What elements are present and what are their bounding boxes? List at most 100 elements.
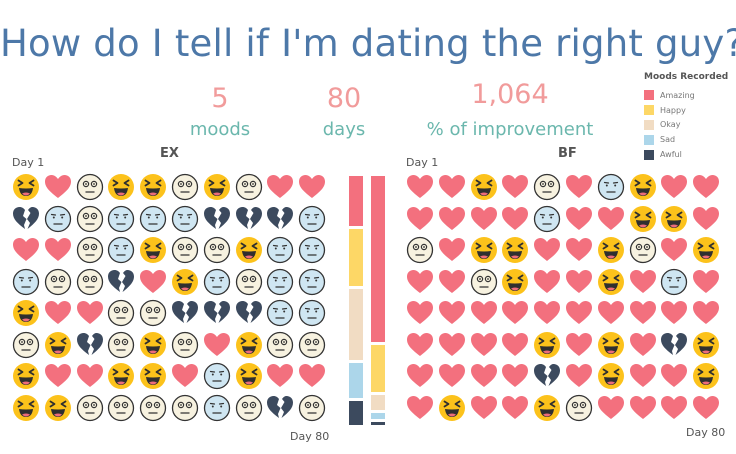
bar-segment-sad <box>371 413 385 420</box>
legend-label-okay: Okay <box>660 120 681 130</box>
neutral-face-icon <box>628 235 658 265</box>
bar-segment-happy <box>371 344 385 393</box>
laughing-face-icon <box>138 235 168 265</box>
heart-icon <box>596 393 626 423</box>
sad-face-icon <box>43 204 73 234</box>
neutral-face-icon <box>75 235 105 265</box>
mood-legend: Moods Recorded Amazing Happy Okay Sad Aw… <box>644 72 736 162</box>
laughing-face-icon <box>659 204 689 234</box>
stat-days: 80 days <box>284 84 404 142</box>
laughing-face-icon <box>234 361 264 391</box>
broken-heart-icon <box>170 298 200 328</box>
sad-face-icon <box>11 267 41 297</box>
neutral-face-icon <box>265 330 295 360</box>
laughing-face-icon <box>234 235 264 265</box>
heart-icon <box>659 393 689 423</box>
sad-face-icon <box>170 204 200 234</box>
laughing-face-icon <box>691 235 721 265</box>
heart-icon <box>437 235 467 265</box>
heart-icon <box>500 361 530 391</box>
laughing-face-icon <box>596 235 626 265</box>
broken-heart-icon <box>11 204 41 234</box>
heart-icon <box>691 204 721 234</box>
heart-icon <box>500 204 530 234</box>
heart-icon <box>469 204 499 234</box>
neutral-face-icon <box>170 330 200 360</box>
heart-icon <box>564 361 594 391</box>
broken-heart-icon <box>202 204 232 234</box>
stat-improvement: 1,064 % of improvement <box>410 80 610 142</box>
laughing-face-icon <box>596 330 626 360</box>
heart-icon <box>691 267 721 297</box>
heart-icon <box>691 298 721 328</box>
neutral-face-icon <box>75 204 105 234</box>
stat-moods-label: moods <box>189 119 251 140</box>
sad-face-icon <box>297 298 327 328</box>
stat-improvement-value: 1,064 <box>471 79 549 110</box>
sad-face-icon <box>596 172 626 202</box>
legend-swatch-awful <box>644 149 654 160</box>
heart-icon <box>500 393 530 423</box>
neutral-face-icon <box>138 298 168 328</box>
heart-icon <box>659 235 689 265</box>
heart-icon <box>43 361 73 391</box>
heart-icon <box>437 330 467 360</box>
broken-heart-icon <box>234 204 264 234</box>
legend-label-amazing: Amazing <box>660 90 695 100</box>
heart-icon <box>11 235 41 265</box>
heart-icon <box>628 393 658 423</box>
neutral-face-icon <box>75 393 105 423</box>
heart-icon <box>265 361 295 391</box>
heart-icon <box>437 361 467 391</box>
neutral-face-icon <box>469 267 499 297</box>
heart-icon <box>405 172 435 202</box>
stat-improvement-label: % of improvement <box>426 119 594 140</box>
bar-segment-awful <box>371 422 385 425</box>
neutral-face-icon <box>106 393 136 423</box>
broken-heart-icon <box>106 267 136 297</box>
legend-label-awful: Awful <box>660 150 682 160</box>
heart-icon <box>405 361 435 391</box>
legend-label-sad: Sad <box>660 135 676 145</box>
heart-icon <box>297 172 327 202</box>
laughing-face-icon <box>138 361 168 391</box>
stat-moods: 5 moods <box>160 84 280 142</box>
sad-face-icon <box>659 267 689 297</box>
heart-icon <box>500 298 530 328</box>
heart-icon <box>202 330 232 360</box>
ex-start-label: Day 1 <box>12 156 45 169</box>
legend-swatch-sad <box>644 134 654 145</box>
heart-icon <box>691 393 721 423</box>
broken-heart-icon <box>75 330 105 360</box>
heart-icon <box>532 267 562 297</box>
sad-face-icon <box>106 235 136 265</box>
ex-mood-grid <box>11 172 329 423</box>
bar-segment-awful <box>349 401 363 425</box>
sad-face-icon <box>532 204 562 234</box>
broken-heart-icon <box>265 204 295 234</box>
heart-icon <box>405 330 435 360</box>
heart-icon <box>500 330 530 360</box>
neutral-face-icon <box>75 172 105 202</box>
heart-icon <box>405 204 435 234</box>
bf-grid-title: BF <box>558 146 577 161</box>
neutral-face-icon <box>234 172 264 202</box>
heart-icon <box>437 267 467 297</box>
heart-icon <box>691 172 721 202</box>
laughing-face-icon <box>628 172 658 202</box>
heart-icon <box>469 298 499 328</box>
neutral-face-icon <box>106 330 136 360</box>
sad-face-icon <box>265 298 295 328</box>
sad-face-icon <box>265 267 295 297</box>
heart-icon <box>500 172 530 202</box>
legend-title: Moods Recorded <box>644 72 729 82</box>
legend-swatch-okay <box>644 119 654 130</box>
neutral-face-icon <box>11 330 41 360</box>
bf-start-label: Day 1 <box>406 156 439 169</box>
bar-segment-happy <box>349 229 363 286</box>
heart-icon <box>532 298 562 328</box>
neutral-face-icon <box>170 172 200 202</box>
laughing-face-icon <box>170 267 200 297</box>
laughing-face-icon <box>11 361 41 391</box>
bar-segment-amazing <box>371 176 385 342</box>
